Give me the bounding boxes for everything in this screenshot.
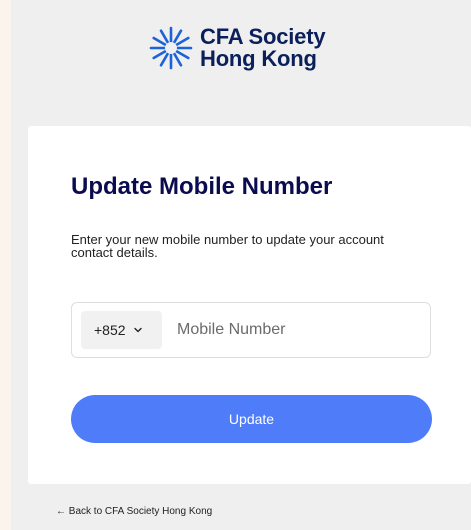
page-description: Enter your new mobile number to update y… [71,232,384,260]
country-code-value: +852 [94,322,126,338]
chevron-down-icon [133,327,142,333]
page-title: Update Mobile Number [71,173,333,200]
country-code-select[interactable]: +852 [81,311,162,349]
update-mobile-card: Update Mobile Number Enter your new mobi… [28,126,471,484]
update-button[interactable]: Update [71,395,432,443]
back-to-cfa-link[interactable]: ← Back to CFA Society Hong Kong [56,506,212,517]
logo-wordmark: CFA Society Hong Kong [200,24,326,71]
cfa-society-logo: CFA Society Hong Kong [148,24,326,71]
page-frame: CFA Society Hong Kong Update Mobile Numb… [11,0,471,530]
cfa-logo-mark-icon [149,26,193,70]
logo-line-2: Hong Kong [200,46,317,71]
mobile-number-input[interactable] [177,311,417,349]
logo-line-1: CFA Society [200,24,326,49]
phone-number-field: +852 [71,302,431,358]
